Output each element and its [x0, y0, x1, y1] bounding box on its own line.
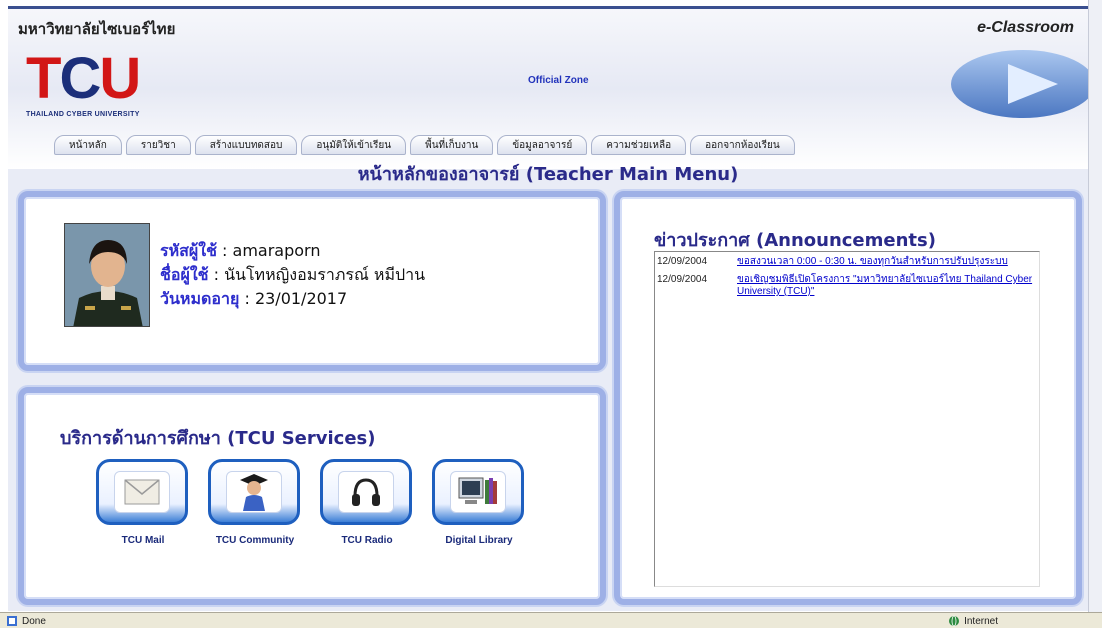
service-button-frame: [432, 459, 524, 525]
user-name-row: ชื่อผู้ใช้ : นันโทหญิงอมราภรณ์ หมีปาน: [160, 263, 425, 287]
page: มหาวิทยาลัยไซเบอร์ไทย e-Classroom TCU TH…: [8, 6, 1088, 611]
page-done-icon: [7, 616, 17, 626]
service-icon-holder: [338, 471, 394, 513]
tab-approve-enrollment[interactable]: อนุมัติให้เข้าเรียน: [301, 135, 407, 155]
announcements-title: ข่าวประกาศ (Announcements): [654, 230, 936, 251]
service-label: TCU Mail: [121, 535, 165, 546]
expiry-label: วันหมดอายุ: [160, 289, 240, 308]
announcements-panel: ข่าวประกาศ (Announcements) 12/09/2004 ขอ…: [614, 191, 1082, 605]
status-zone: Internet: [948, 615, 998, 627]
zone-text: Internet: [964, 615, 998, 627]
user-panel: รหัสผู้ใช้ : amaraporn ชื่อผู้ใช้ : นันโ…: [18, 191, 606, 371]
headphones-icon: [352, 478, 380, 506]
community-icon: [240, 474, 268, 511]
logo-subtitle: THAILAND CYBER UNIVERSITY: [26, 111, 140, 118]
computer-icon: [458, 477, 497, 504]
user-name-label: ชื่อผู้ใช้: [160, 265, 209, 284]
service-label: TCU Community: [215, 535, 295, 546]
tab-storage[interactable]: พื้นที่เก็บงาน: [410, 135, 494, 155]
user-expiry-row: วันหมดอายุ : 23/01/2017: [160, 287, 425, 311]
user-id-value: : amaraporn: [222, 241, 321, 260]
vertical-scrollbar[interactable]: [1088, 0, 1102, 612]
tab-home[interactable]: หน้าหลัก: [54, 135, 122, 155]
tab-help[interactable]: ความช่วยเหลือ: [591, 135, 687, 155]
user-name-value: : นันโทหญิงอมราภรณ์ หมีปาน: [213, 265, 426, 284]
status-bar: Done Internet: [0, 612, 1102, 628]
service-tcu-radio[interactable]: TCU Radio: [320, 459, 414, 546]
service-icon-holder: [114, 471, 170, 513]
status-done: Done: [6, 615, 46, 627]
service-button-frame: [96, 459, 188, 525]
service-tcu-mail[interactable]: TCU Mail: [96, 459, 190, 546]
news-link[interactable]: ขอสงวนเวลา 0:00 - 0:30 น. ของทุกวันสำหรั…: [737, 256, 1037, 268]
globe-icon: [949, 615, 960, 627]
news-date: 12/09/2004: [657, 274, 708, 285]
browser-window: มหาวิทยาลัยไซเบอร์ไทย e-Classroom TCU TH…: [0, 0, 1102, 628]
expiry-value: : 23/01/2017: [244, 289, 348, 308]
status-text: Done: [22, 615, 46, 627]
service-label: TCU Radio: [341, 535, 393, 546]
tab-teacher-info[interactable]: ข้อมูลอาจารย์: [497, 135, 588, 155]
header: มหาวิทยาลัยไซเบอร์ไทย e-Classroom TCU TH…: [8, 9, 1088, 185]
official-zone-label: Official Zone: [528, 75, 589, 86]
service-digital-library[interactable]: Digital Library: [432, 459, 526, 546]
service-tcu-community[interactable]: TCU Community: [208, 459, 302, 546]
news-link[interactable]: ขอเชิญชมพิธีเปิดโครงการ "มหาวิทยาลัยไซเบ…: [737, 274, 1037, 298]
tcu-logo[interactable]: TCU THAILAND CYBER UNIVERSITY: [22, 49, 192, 123]
user-id-label: รหัสผู้ใช้: [160, 241, 217, 260]
services-title: บริการด้านการศึกษา (TCU Services): [60, 428, 376, 449]
service-label: Digital Library: [445, 535, 513, 546]
tab-create-quiz[interactable]: สร้างแบบทดสอบ: [194, 135, 298, 155]
user-info: รหัสผู้ใช้ : amaraporn ชื่อผู้ใช้ : นันโ…: [160, 239, 425, 311]
mail-icon: [124, 479, 160, 505]
page-title: หน้าหลักของอาจารย์ (Teacher Main Menu): [357, 164, 739, 185]
news-date: 12/09/2004: [657, 256, 708, 267]
service-icon-holder: [226, 471, 282, 513]
avatar: [64, 223, 150, 327]
main-nav: หน้าหลัก รายวิชา สร้างแบบทดสอบ อนุมัติให…: [54, 135, 799, 157]
tab-courses[interactable]: รายวิชา: [125, 135, 191, 155]
university-name: มหาวิทยาลัยไซเบอร์ไทย: [18, 20, 176, 38]
service-button-frame: [320, 459, 412, 525]
logo-text: TCU: [26, 46, 141, 111]
decorative-arrow-graphic: [951, 50, 1088, 118]
eclassroom-title: e-Classroom: [977, 19, 1074, 36]
user-photo-icon: [65, 224, 149, 326]
service-icon-holder: [450, 471, 506, 513]
announcements-list[interactable]: 12/09/2004 ขอสงวนเวลา 0:00 - 0:30 น. ของ…: [654, 251, 1040, 587]
user-id-row: รหัสผู้ใช้ : amaraporn: [160, 239, 425, 263]
services-panel: บริการด้านการศึกษา (TCU Services) TCU Ma…: [18, 387, 606, 605]
list-item: 12/09/2004 ขอเชิญชมพิธีเปิดโครงการ "มหาว…: [657, 274, 1037, 298]
list-item: 12/09/2004 ขอสงวนเวลา 0:00 - 0:30 น. ของ…: [657, 256, 1037, 268]
tab-logout[interactable]: ออกจากห้องเรียน: [690, 135, 795, 155]
service-button-frame: [208, 459, 300, 525]
